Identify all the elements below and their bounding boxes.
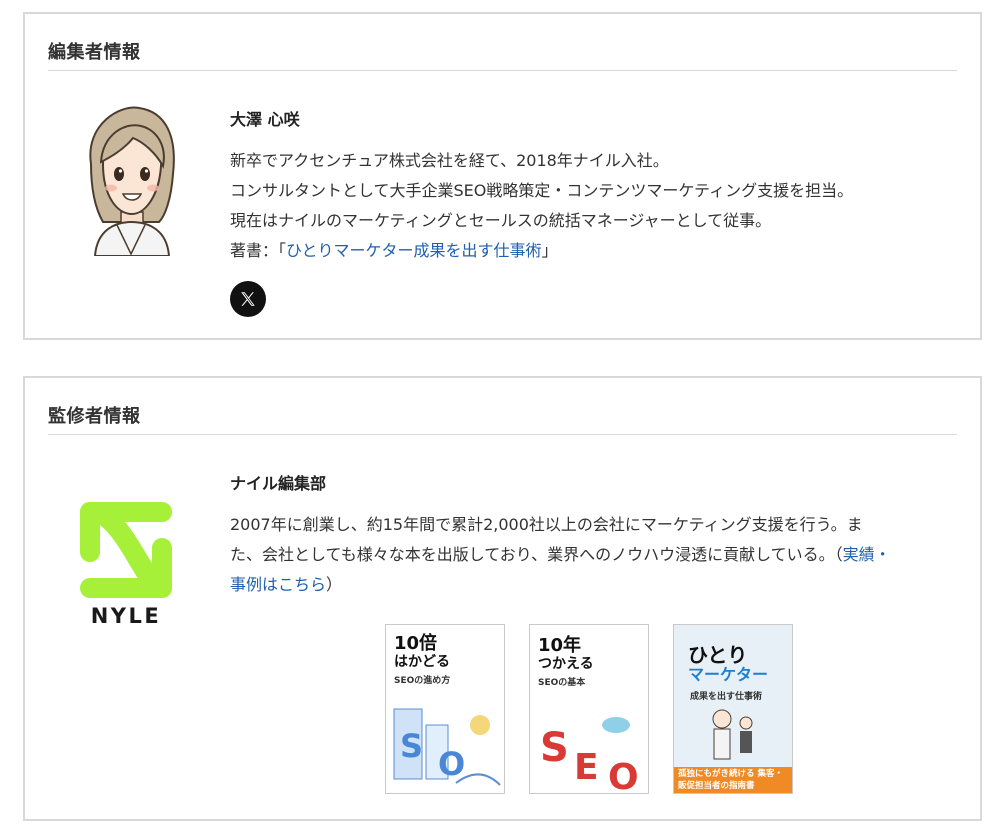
supervisor-name: ナイル編集部 (230, 474, 327, 493)
book-illustration: S O (393, 708, 501, 786)
book-title-tail: SEOの基本 (538, 678, 586, 688)
book-band: 孤独にもがき続ける 集客・販促担当者の指南書 (674, 767, 792, 793)
svg-text:O: O (438, 745, 465, 783)
book-title-tail: 成果を出す仕事術 (690, 692, 763, 702)
svg-text:S: S (400, 727, 423, 765)
book-cover-seo-basics[interactable]: 10年 つかえる SEOの基本 S E O (529, 624, 649, 794)
track-record-link[interactable]: 実績・ (843, 545, 891, 564)
case-studies-link[interactable]: 事例はこちら (230, 575, 326, 594)
x-logo-icon (241, 292, 255, 306)
supervisor-bio-line: た、会社としても様々な本を出版しており、業界へのノウハウ浸透に貢献している。（実… (230, 540, 955, 570)
editor-avatar (89, 106, 175, 256)
bio-close-bracket: ） (326, 575, 343, 594)
supervisor-bio-line: 2007年に創業し、約15年間で累計2,000社以上の会社にマーケティング支援を… (230, 515, 863, 534)
supervisor-section-title: 監修者情報 (48, 406, 141, 427)
editor-bio-line: コンサルタントとして大手企業SEO戦略策定・コンテンツマーケティング支援を担当。 (230, 181, 854, 200)
book-illustration: S E O (540, 717, 639, 794)
supervisor-bio-line: 事例はこちら） (230, 570, 955, 600)
book-cover-solo-marketer[interactable]: ひとり マーケター 成果を出す仕事術 孤独にもがき続ける 集客・販促担当者の指南… (673, 624, 793, 794)
supervisor-bio: 2007年に創業し、約15年間で累計2,000社以上の会社にマーケティング支援を… (230, 510, 955, 600)
nyle-logo: NYLE (80, 502, 172, 628)
book-title-main: 10年 (538, 635, 582, 656)
book-title-tail: SEOの進め方 (394, 676, 451, 686)
nyle-logo-mark (80, 502, 172, 598)
book-prefix: 著書： (230, 241, 279, 260)
book-title-sub: マーケター (688, 665, 769, 684)
book-title-sub: はかどる (394, 654, 450, 670)
svg-text:S: S (540, 725, 569, 771)
editor-name: 大澤 心咲 (230, 110, 300, 129)
book-title-main: ひとり (688, 643, 748, 667)
section-divider (48, 70, 957, 71)
book-illustration (712, 709, 753, 760)
x-profile-link[interactable] (230, 281, 266, 317)
editor-book-link[interactable]: ひとりマーケター成果を出す仕事術 (286, 241, 542, 260)
editor-bio: 新卒でアクセンチュア株式会社を経て、2018年ナイル入社。 コンサルタントとして… (230, 146, 955, 266)
book-title-sub: つかえる (538, 656, 594, 672)
svg-text:E: E (574, 747, 599, 788)
section-divider (48, 434, 957, 435)
editor-book-line: 著書：「ひとりマーケター成果を出す仕事術」 (230, 236, 955, 266)
supervisor-info-card: 監修者情報 NYLE ナイル編集部 2007年に創業し、約15年間で累計2,00… (23, 376, 982, 821)
editor-section-title: 編集者情報 (48, 42, 141, 63)
book-title-main: 10倍 (394, 633, 438, 654)
book-bracket-close: 」 (541, 241, 558, 260)
book-bracket-open: 「 (278, 241, 287, 260)
editor-bio-line: 現在はナイルのマーケティングとセールスの統括マネージャーとして従事。 (230, 211, 772, 230)
book-cover-seo-progress[interactable]: 10倍 はかどる SEOの進め方 S O (385, 624, 505, 794)
nyle-logo-text: NYLE (90, 604, 162, 628)
bio-text: た、会社としても様々な本を出版しており、業界へのノウハウ浸透に貢献している。（ (230, 545, 843, 564)
editor-bio-line: 新卒でアクセンチュア株式会社を経て、2018年ナイル入社。 (230, 151, 669, 170)
svg-text:O: O (608, 757, 639, 794)
editor-info-card: 編集者情報 大澤 心咲 新卒でアクセンチュア株式会社を経て、2018年ナイル入社… (23, 12, 982, 340)
